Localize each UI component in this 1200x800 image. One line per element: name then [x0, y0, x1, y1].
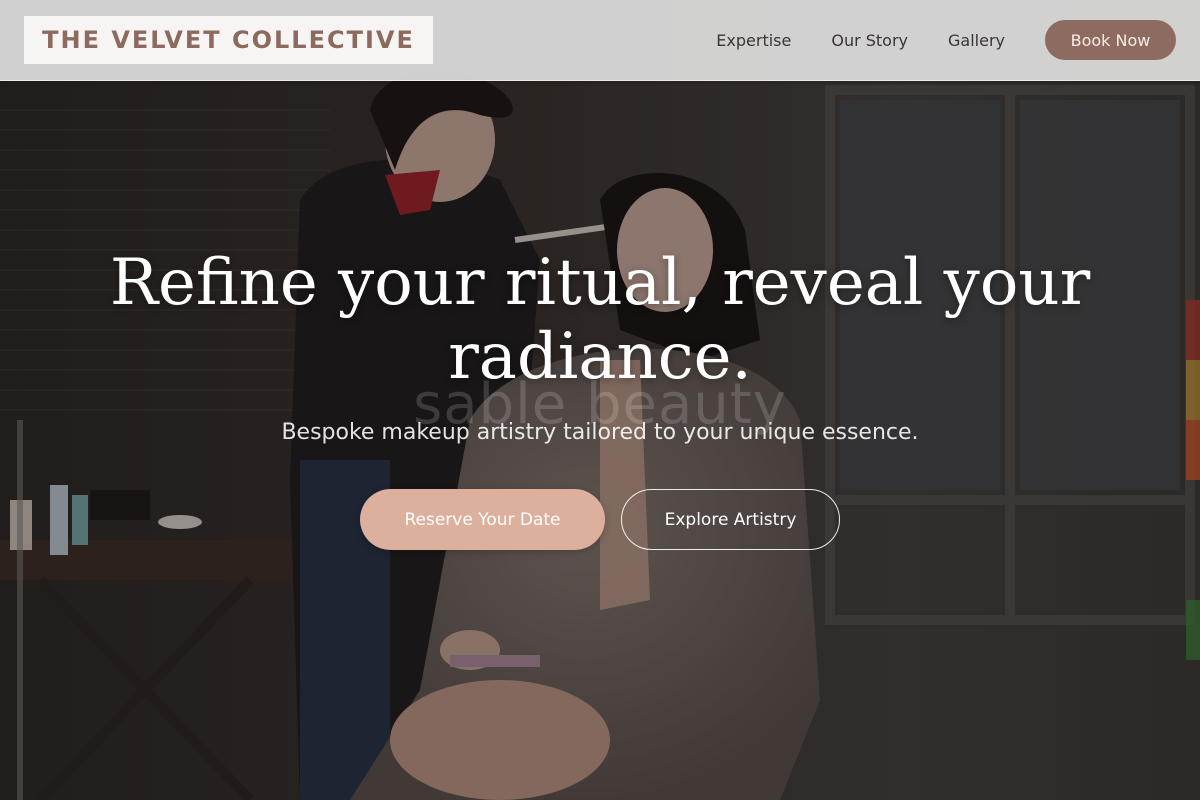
nav-link-our-story[interactable]: Our Story — [831, 31, 908, 50]
hero-subtitle: Bespoke makeup artistry tailored to your… — [281, 420, 919, 445]
explore-artistry-button[interactable]: Explore Artistry — [621, 489, 840, 550]
book-now-button[interactable]: Book Now — [1045, 20, 1176, 60]
nav-link-gallery[interactable]: Gallery — [948, 31, 1005, 50]
site-header: THE VELVET COLLECTIVE Expertise Our Stor… — [0, 0, 1200, 81]
page: THE VELVET COLLECTIVE Expertise Our Stor… — [0, 0, 1200, 800]
reserve-your-date-button[interactable]: Reserve Your Date — [360, 489, 605, 550]
brand-logo[interactable]: THE VELVET COLLECTIVE — [24, 16, 433, 64]
nav-link-expertise[interactable]: Expertise — [716, 31, 791, 50]
main-nav: Expertise Our Story Gallery Book Now — [716, 0, 1176, 80]
brand-name: THE VELVET COLLECTIVE — [42, 26, 415, 54]
